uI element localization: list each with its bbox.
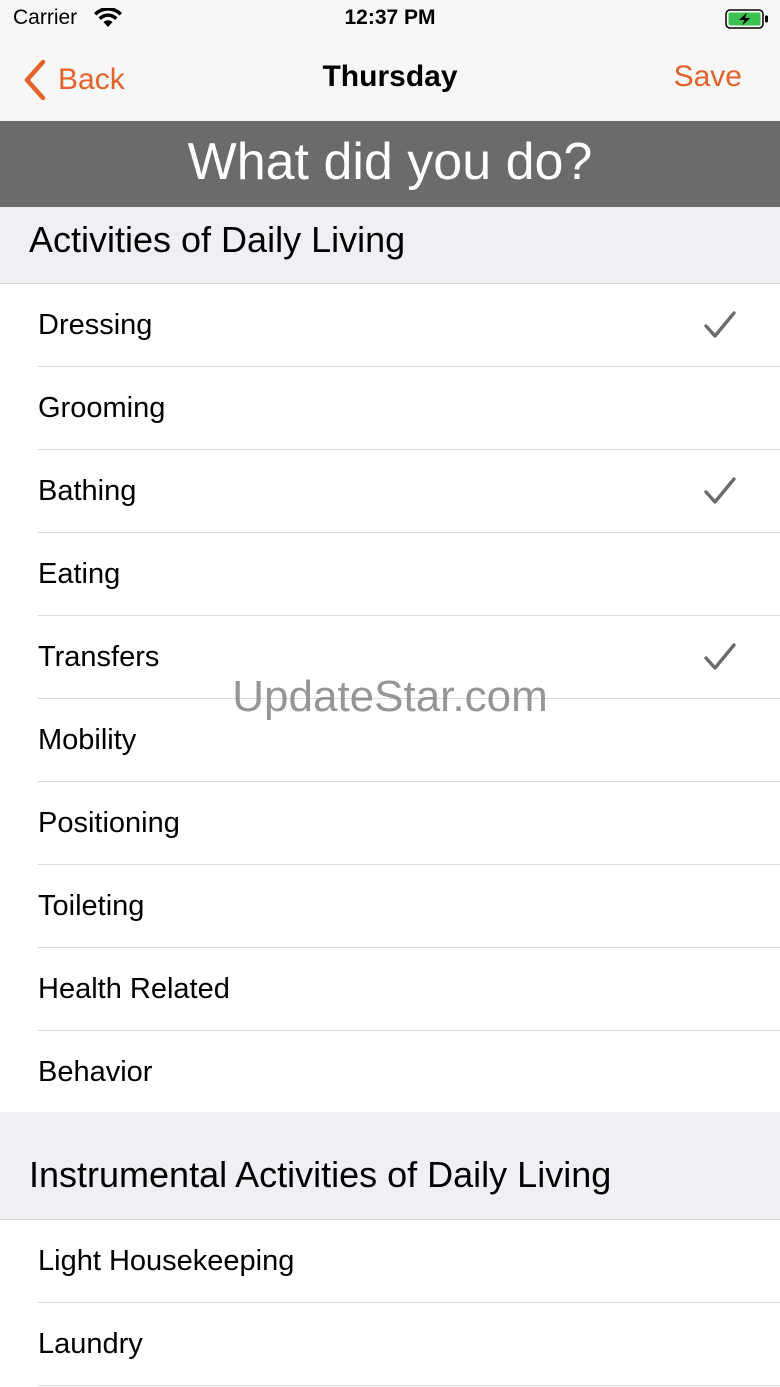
- activity-list: Dressing Grooming Bathing Eating Transfers Mo…: [0, 284, 780, 1114]
- activity-label: Dressing: [38, 309, 153, 341]
- section-header-label: Instrumental Activities of Daily Living: [29, 1154, 612, 1195]
- activity-label: Mobility: [38, 724, 137, 756]
- app-screen: Carrier 12:37 PM Back Thursday Save What…: [0, 0, 780, 1387]
- activity-label: Behavior: [38, 1056, 153, 1088]
- activity-row[interactable]: Bathing: [0, 450, 780, 533]
- activity-row[interactable]: Behavior: [0, 1031, 780, 1114]
- activity-row[interactable]: Light Housekeeping: [0, 1220, 780, 1303]
- checkmark-icon: [704, 311, 736, 338]
- section-header: Activities of Daily Living: [0, 207, 780, 284]
- activity-label: Transfers: [38, 641, 160, 673]
- activity-label: Health Related: [38, 973, 230, 1005]
- activity-row[interactable]: Laundry: [0, 1303, 780, 1386]
- activity-list: Light Housekeeping Laundry: [0, 1220, 780, 1386]
- activity-row[interactable]: Toileting: [0, 865, 780, 948]
- activity-label: Bathing: [38, 475, 137, 507]
- activity-label: Toileting: [38, 890, 145, 922]
- activity-label: Positioning: [38, 807, 180, 839]
- checkmark-icon: [704, 643, 736, 670]
- activity-row[interactable]: Eating: [0, 533, 780, 616]
- question-banner: What did you do?: [0, 121, 780, 207]
- activity-label: Light Housekeeping: [38, 1245, 295, 1277]
- activity-label: Eating: [38, 558, 121, 590]
- save-button[interactable]: Save: [674, 60, 742, 94]
- activity-label: Grooming: [38, 392, 166, 424]
- activity-row[interactable]: Transfers: [0, 616, 780, 699]
- activity-row[interactable]: Mobility: [0, 699, 780, 782]
- section-header-label: Activities of Daily Living: [29, 219, 406, 260]
- status-bar: Carrier 12:37 PM: [0, 0, 780, 40]
- activity-row[interactable]: Positioning: [0, 782, 780, 865]
- clock-time: 12:37 PM: [344, 6, 436, 29]
- checkmark-icon: [704, 477, 736, 504]
- activity-row[interactable]: Dressing: [0, 284, 780, 367]
- activity-label: Laundry: [38, 1328, 143, 1360]
- activity-row[interactable]: Grooming: [0, 367, 780, 450]
- activity-row[interactable]: Health Related: [0, 948, 780, 1031]
- page-title: Thursday: [322, 60, 458, 93]
- section-header: Instrumental Activities of Daily Living: [0, 1112, 780, 1220]
- battery-charging-icon: [725, 9, 768, 29]
- navigation-bar: Back Thursday Save: [0, 40, 780, 121]
